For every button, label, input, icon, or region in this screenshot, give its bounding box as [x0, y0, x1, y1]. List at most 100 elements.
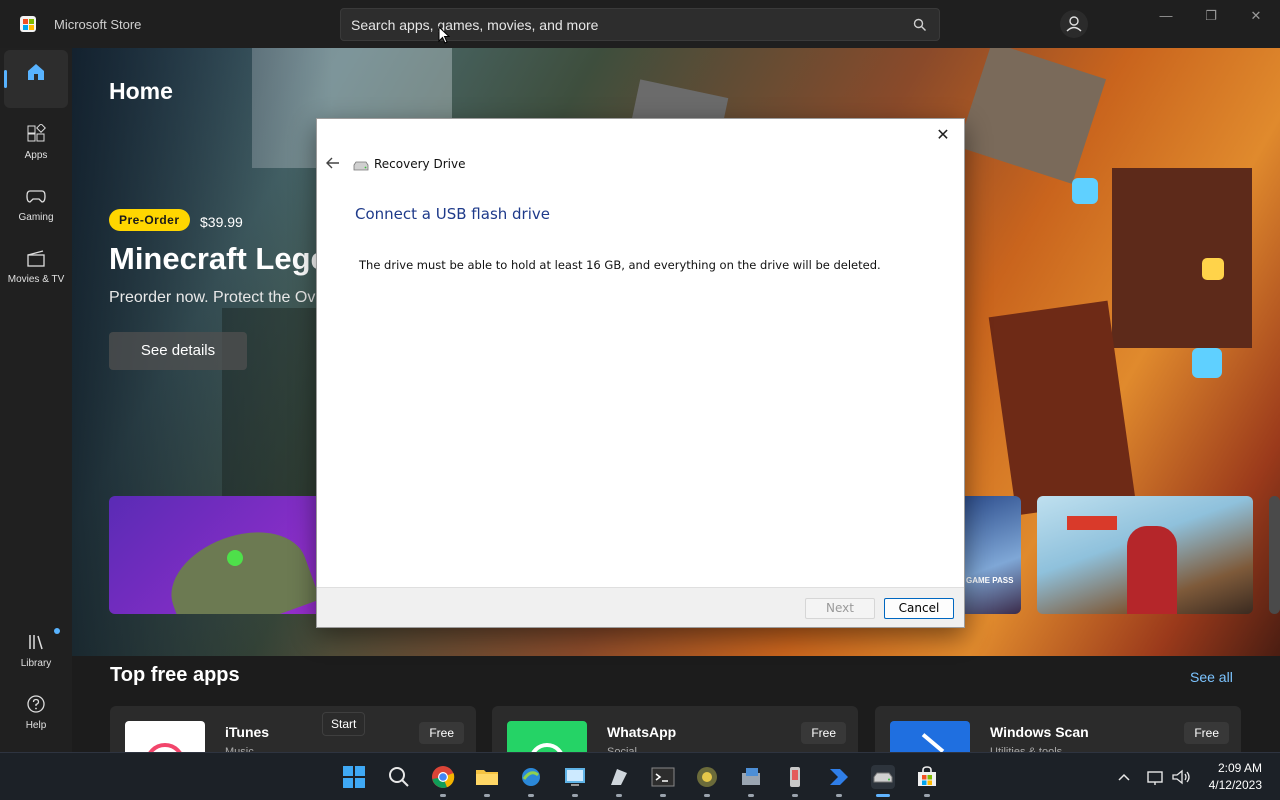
- nav-item-apps[interactable]: Apps: [4, 112, 68, 170]
- nav-item-help[interactable]: Help: [4, 682, 68, 740]
- app-icon[interactable]: [607, 765, 631, 789]
- nav-item-movies[interactable]: Movies & TV: [4, 236, 68, 294]
- power-automate-icon[interactable]: [827, 765, 851, 789]
- running-indicator: [572, 794, 578, 797]
- dialog-close-button[interactable]: ✕: [930, 124, 956, 146]
- network-icon[interactable]: [1146, 765, 1166, 789]
- free-button[interactable]: Free: [1184, 722, 1229, 744]
- active-indicator: [876, 794, 890, 797]
- app-name: Windows Scan: [990, 724, 1089, 740]
- app-icon[interactable]: [783, 765, 807, 789]
- hero-price: $39.99: [200, 214, 243, 230]
- dialog-heading: Connect a USB flash drive: [355, 205, 550, 223]
- running-indicator: [792, 794, 798, 797]
- nav-item-home[interactable]: [4, 50, 68, 108]
- next-button[interactable]: Next: [805, 598, 875, 619]
- search-icon[interactable]: [913, 18, 927, 32]
- update-dot-icon: [54, 628, 60, 634]
- hero-art-sprite: [1202, 258, 1224, 280]
- card-art: [227, 550, 243, 566]
- gamepad-icon: [26, 190, 46, 203]
- help-icon: [27, 695, 45, 713]
- carousel-card-movie[interactable]: [1037, 496, 1253, 614]
- user-icon: [1066, 16, 1082, 32]
- home-icon: [28, 64, 44, 80]
- hero-subtitle: Preorder now. Protect the Ov: [109, 289, 316, 306]
- cancel-button[interactable]: Cancel: [884, 598, 954, 619]
- hero-art-block: [1112, 168, 1252, 348]
- nav-label-gaming: Gaming: [18, 212, 54, 223]
- card-art: [1127, 526, 1177, 614]
- hero-title: Minecraft Lege: [109, 241, 328, 276]
- see-all-link[interactable]: See all: [1190, 669, 1233, 685]
- control-panel-icon[interactable]: [563, 765, 587, 789]
- running-indicator: [660, 794, 666, 797]
- game-pass-label: GAME PASS: [966, 576, 1014, 585]
- nav-rail: Apps Gaming Movies & TV Library Help: [0, 48, 72, 752]
- page-title: Home: [109, 78, 173, 104]
- clock-time[interactable]: 2:09 AM: [1202, 761, 1262, 775]
- start-tooltip: Start: [322, 712, 366, 736]
- maximize-button[interactable]: ❐: [1196, 8, 1226, 26]
- dialog-window-title: Recovery Drive: [374, 157, 466, 171]
- app-name: iTunes: [225, 724, 270, 740]
- hero-art-sprite: [1192, 348, 1222, 378]
- file-explorer-icon[interactable]: [475, 765, 499, 789]
- title-bar: Microsoft Store Search apps, games, movi…: [0, 0, 1280, 48]
- running-indicator: [704, 794, 710, 797]
- minimize-button[interactable]: —: [1151, 8, 1181, 26]
- drive-icon: [353, 161, 369, 171]
- nav-label-movies: Movies & TV: [7, 274, 65, 285]
- terminal-icon[interactable]: [651, 765, 675, 789]
- account-button[interactable]: [1060, 10, 1088, 38]
- taskbar: 2:09 AM 4/12/2023: [0, 752, 1280, 800]
- movies-icon: [27, 250, 45, 267]
- nav-item-library[interactable]: Library: [4, 620, 68, 678]
- library-icon: [29, 635, 43, 650]
- apps-icon: [27, 124, 46, 142]
- search-input[interactable]: Search apps, games, movies, and more: [351, 17, 598, 33]
- running-indicator: [836, 794, 842, 797]
- chevron-up-icon[interactable]: [1116, 765, 1132, 789]
- nav-active-indicator: [4, 70, 7, 88]
- app-icon[interactable]: [695, 765, 719, 789]
- recovery-drive-dialog: ✕ Recovery Drive Connect a USB flash dri…: [316, 118, 965, 628]
- dialog-footer: Next Cancel: [317, 587, 964, 627]
- running-indicator: [528, 794, 534, 797]
- search-box[interactable]: Search apps, games, movies, and more: [340, 8, 940, 41]
- preorder-badge: Pre-Order: [109, 209, 190, 231]
- mouse-cursor-icon: [438, 26, 450, 44]
- app-title: Microsoft Store: [54, 17, 142, 32]
- dialog-body-text: The drive must be able to hold at least …: [359, 258, 881, 272]
- chrome-icon[interactable]: [431, 765, 455, 789]
- hero-art-block: [957, 48, 1107, 184]
- app-icon[interactable]: [739, 765, 763, 789]
- windows-start-icon[interactable]: [342, 765, 366, 789]
- section-title: Top free apps: [110, 664, 240, 686]
- store-logo-icon: [20, 16, 36, 32]
- running-indicator: [440, 794, 446, 797]
- carousel-card-partial[interactable]: [1269, 496, 1280, 614]
- hero-art-sprite: [1072, 178, 1098, 204]
- running-indicator: [616, 794, 622, 797]
- running-indicator: [484, 794, 490, 797]
- clock-date[interactable]: 4/12/2023: [1196, 778, 1262, 792]
- running-indicator: [748, 794, 754, 797]
- app-icon[interactable]: [519, 765, 543, 789]
- app-name: WhatsApp: [607, 724, 677, 740]
- recovery-drive-taskbar-icon[interactable]: [871, 765, 895, 789]
- carousel-card-1[interactable]: [109, 496, 329, 614]
- card-art: [1067, 516, 1117, 530]
- see-details-button[interactable]: See details: [109, 332, 247, 370]
- microsoft-store-icon[interactable]: [915, 765, 939, 789]
- free-button[interactable]: Free: [801, 722, 846, 744]
- search-taskbar-icon[interactable]: [387, 765, 411, 789]
- running-indicator: [924, 794, 930, 797]
- nav-label-apps: Apps: [24, 150, 48, 161]
- back-arrow-icon[interactable]: [323, 155, 343, 171]
- free-button[interactable]: Free: [419, 722, 464, 744]
- close-window-button[interactable]: ✕: [1241, 8, 1271, 26]
- nav-item-gaming[interactable]: Gaming: [4, 174, 68, 232]
- volume-icon[interactable]: [1170, 765, 1192, 789]
- nav-label-help: Help: [25, 720, 47, 731]
